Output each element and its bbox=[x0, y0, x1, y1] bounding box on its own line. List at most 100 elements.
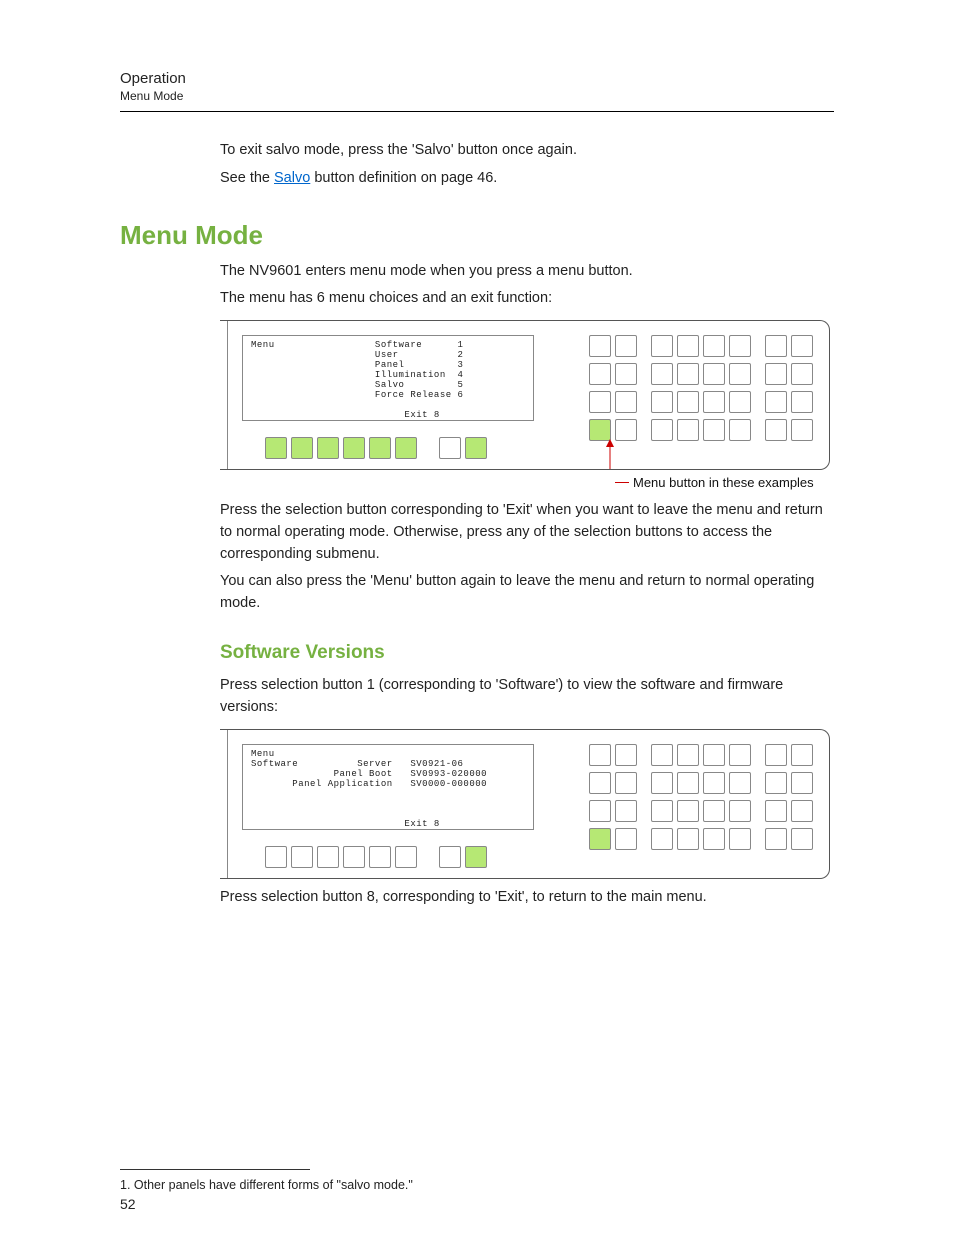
panel-button bbox=[677, 744, 699, 766]
panel-button bbox=[791, 772, 813, 794]
s2-p1: Press selection button 1 (corresponding … bbox=[220, 675, 834, 719]
panel-button bbox=[677, 828, 699, 850]
panel-button bbox=[589, 419, 611, 441]
panel-button bbox=[589, 828, 611, 850]
salvo-link[interactable]: Salvo bbox=[274, 170, 310, 186]
footnote-rule bbox=[120, 1169, 310, 1170]
panel-button bbox=[729, 772, 751, 794]
footnote: 1. Other panels have different forms of … bbox=[120, 1178, 834, 1192]
panel-button bbox=[729, 419, 751, 441]
callout-text: Menu button in these examples bbox=[633, 475, 814, 490]
callout: Menu button in these examples bbox=[615, 474, 834, 492]
panel-button bbox=[765, 828, 787, 850]
panel-button bbox=[703, 744, 725, 766]
menu-mode-heading: Menu Mode bbox=[120, 220, 834, 251]
panel-button bbox=[589, 744, 611, 766]
panel-diagram-software: Menu Software Server SV0921-06 Panel Boo… bbox=[220, 729, 830, 879]
panel-button bbox=[765, 363, 787, 385]
panel-button bbox=[791, 363, 813, 385]
selection-button-8 bbox=[465, 846, 487, 868]
lcd-menu: Menu Software 1 User 2 Panel 3 Illuminat… bbox=[242, 335, 534, 421]
panel-button bbox=[729, 800, 751, 822]
panel-button bbox=[703, 335, 725, 357]
panel-button bbox=[677, 363, 699, 385]
panel-button bbox=[703, 419, 725, 441]
s2-p2: Press selection button 8, corresponding … bbox=[220, 887, 834, 909]
panel-button bbox=[651, 828, 673, 850]
lcd-software: Menu Software Server SV0921-06 Panel Boo… bbox=[242, 744, 534, 830]
panel-button bbox=[651, 744, 673, 766]
intro-p2: See the Salvo button definition on page … bbox=[220, 168, 834, 190]
right-button-grid-2 bbox=[589, 744, 813, 850]
panel-button bbox=[729, 363, 751, 385]
selection-buttons-row-2 bbox=[265, 846, 487, 868]
header-chapter: Operation bbox=[120, 70, 834, 87]
panel-button bbox=[677, 800, 699, 822]
panel-button bbox=[589, 772, 611, 794]
panel-button bbox=[651, 335, 673, 357]
panel-button bbox=[765, 391, 787, 413]
s1-p4: You can also press the 'Menu' button aga… bbox=[220, 571, 834, 615]
page-number: 52 bbox=[120, 1196, 136, 1212]
selection-button-5 bbox=[369, 846, 391, 868]
panel-button bbox=[765, 744, 787, 766]
panel-diagram-menu: Menu Software 1 User 2 Panel 3 Illuminat… bbox=[220, 320, 830, 470]
panel-button bbox=[589, 391, 611, 413]
panel-button bbox=[651, 800, 673, 822]
panel-button bbox=[589, 800, 611, 822]
panel-button bbox=[615, 363, 637, 385]
selection-button-3 bbox=[317, 846, 339, 868]
selection-button-7 bbox=[439, 846, 461, 868]
panel-button bbox=[615, 419, 637, 441]
intro-p1: To exit salvo mode, press the 'Salvo' bu… bbox=[220, 140, 834, 162]
selection-button-8 bbox=[465, 437, 487, 459]
panel-button bbox=[729, 744, 751, 766]
panel-button bbox=[791, 419, 813, 441]
intro-block: To exit salvo mode, press the 'Salvo' bu… bbox=[220, 140, 834, 190]
panel-button bbox=[729, 335, 751, 357]
panel-button bbox=[615, 828, 637, 850]
panel-button bbox=[703, 800, 725, 822]
panel-button bbox=[703, 828, 725, 850]
s1-p1: The NV9601 enters menu mode when you pre… bbox=[220, 261, 834, 283]
software-versions-heading: Software Versions bbox=[220, 639, 834, 668]
panel-button bbox=[651, 419, 673, 441]
panel-button bbox=[615, 800, 637, 822]
s1-p2: The menu has 6 menu choices and an exit … bbox=[220, 288, 834, 310]
panel-button bbox=[765, 419, 787, 441]
panel-button bbox=[651, 391, 673, 413]
selection-buttons-row bbox=[265, 437, 487, 459]
selection-button-1 bbox=[265, 437, 287, 459]
selection-button-7 bbox=[439, 437, 461, 459]
panel-button bbox=[677, 391, 699, 413]
selection-button-6 bbox=[395, 846, 417, 868]
selection-button-4 bbox=[343, 846, 365, 868]
selection-button-6 bbox=[395, 437, 417, 459]
panel-button bbox=[651, 363, 673, 385]
right-button-grid bbox=[589, 335, 813, 441]
header-rule bbox=[120, 111, 834, 112]
panel-button bbox=[765, 772, 787, 794]
panel-button bbox=[677, 335, 699, 357]
selection-button-1 bbox=[265, 846, 287, 868]
selection-button-3 bbox=[317, 437, 339, 459]
panel-button bbox=[765, 800, 787, 822]
selection-button-2 bbox=[291, 437, 313, 459]
panel-button bbox=[765, 335, 787, 357]
s1-p3: Press the selection button corresponding… bbox=[220, 500, 834, 565]
panel-button bbox=[589, 335, 611, 357]
panel-button bbox=[589, 363, 611, 385]
panel-button bbox=[615, 335, 637, 357]
panel-button bbox=[615, 744, 637, 766]
panel-button bbox=[791, 744, 813, 766]
page-header: Operation Menu Mode bbox=[120, 70, 834, 103]
panel-button bbox=[791, 391, 813, 413]
selection-button-2 bbox=[291, 846, 313, 868]
panel-button bbox=[791, 828, 813, 850]
panel-button bbox=[703, 391, 725, 413]
panel-button bbox=[729, 391, 751, 413]
panel-button bbox=[791, 800, 813, 822]
panel-button bbox=[703, 363, 725, 385]
panel-button bbox=[703, 772, 725, 794]
panel-button bbox=[651, 772, 673, 794]
